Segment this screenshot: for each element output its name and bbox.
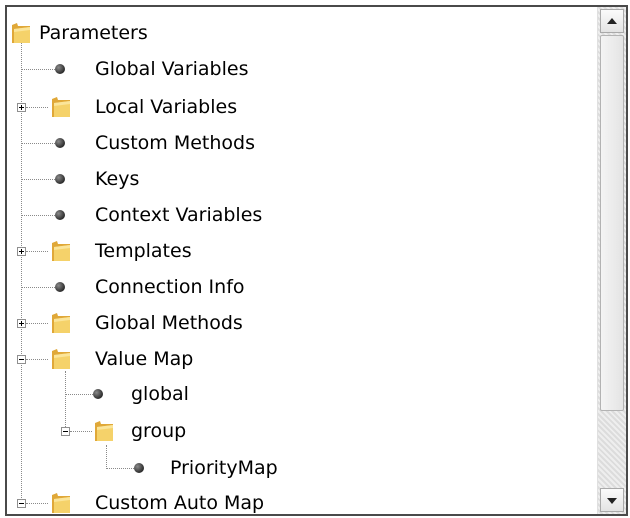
arrow-down-icon xyxy=(607,498,617,504)
folder-icon xyxy=(52,313,70,333)
bullet-icon xyxy=(134,463,144,473)
expand-icon[interactable] xyxy=(17,103,26,112)
collapse-icon[interactable] xyxy=(61,427,70,436)
tree-item-label: Global Variables xyxy=(95,58,249,80)
folder-icon xyxy=(95,421,113,441)
tree-item-local-variables[interactable]: Local Variables xyxy=(7,89,237,125)
folder-icon xyxy=(52,349,70,369)
tree-item-connection-info[interactable]: Connection Info xyxy=(7,269,245,305)
bullet-icon xyxy=(55,210,65,220)
expand-icon[interactable] xyxy=(17,247,26,256)
scrollbar-thumb[interactable] xyxy=(600,35,624,411)
scroll-up-button[interactable] xyxy=(600,9,624,33)
folder-icon xyxy=(52,241,70,261)
folder-icon xyxy=(12,23,30,43)
tree-item-label: Global Methods xyxy=(95,312,243,334)
tree-item-global-variables[interactable]: Global Variables xyxy=(7,51,248,87)
folder-icon xyxy=(52,493,70,513)
tree-item-label: Local Variables xyxy=(95,96,238,118)
tree-view[interactable]: Parameters Global Variables Local Variab… xyxy=(7,7,598,514)
scroll-down-button[interactable] xyxy=(600,488,624,512)
tree-item-templates[interactable]: Templates xyxy=(7,233,192,269)
tree-item-keys[interactable]: Keys xyxy=(7,161,139,197)
tree-item-label: Connection Info xyxy=(95,276,245,298)
tree-item-label: Custom Methods xyxy=(95,132,255,154)
tree-item-label: group xyxy=(131,420,187,442)
bullet-icon xyxy=(93,389,103,399)
bullet-icon xyxy=(55,174,65,184)
tree-item-custom-methods[interactable]: Custom Methods xyxy=(7,125,255,161)
bullet-icon xyxy=(55,282,65,292)
arrow-up-icon xyxy=(607,18,617,24)
tree-item-label: PriorityMap xyxy=(170,457,278,479)
bullet-icon xyxy=(55,64,65,74)
bullet-icon xyxy=(55,138,65,148)
collapse-icon[interactable] xyxy=(17,355,26,364)
tree-item-label: global xyxy=(131,383,189,405)
tree-item-label: Custom Auto Map xyxy=(95,492,265,514)
tree-item-label: Parameters xyxy=(39,22,148,44)
tree-panel: Parameters Global Variables Local Variab… xyxy=(5,5,628,516)
tree-item-label: Keys xyxy=(95,168,140,190)
tree-item-parameters[interactable]: Parameters xyxy=(7,15,148,51)
tree-item-global-methods[interactable]: Global Methods xyxy=(7,305,243,341)
collapse-icon[interactable] xyxy=(17,499,26,508)
tree-item-context-variables[interactable]: Context Variables xyxy=(7,197,262,233)
tree-item-label: Templates xyxy=(95,240,192,262)
expand-icon[interactable] xyxy=(17,319,26,328)
tree-item-value-map[interactable]: Value Map xyxy=(7,341,193,377)
tree-item-label: Value Map xyxy=(95,348,194,370)
tree-item-custom-auto-map[interactable]: Custom Auto Map xyxy=(7,485,264,514)
folder-icon xyxy=(52,97,70,117)
vertical-scrollbar[interactable] xyxy=(597,7,626,514)
tree-item-label: Context Variables xyxy=(95,204,263,226)
